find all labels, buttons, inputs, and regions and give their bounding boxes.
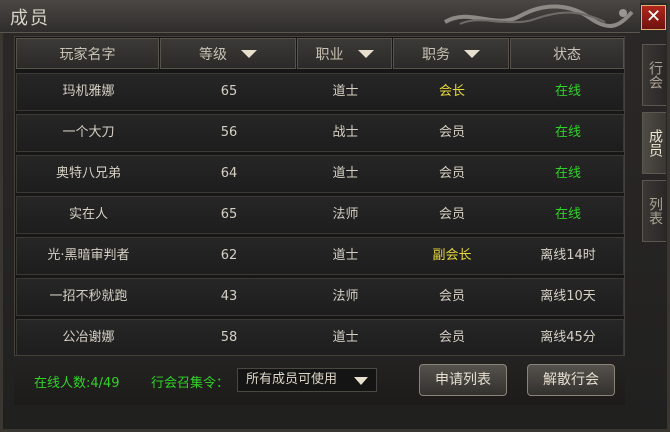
sort-class-icon[interactable] [357, 49, 374, 58]
cell-status: 在线 [554, 166, 581, 181]
col-header-class[interactable]: 职业 [297, 38, 392, 69]
cell-class: 道士 [332, 248, 359, 263]
cell-level: 65 [220, 84, 238, 99]
cell-status: 离线45分 [540, 330, 596, 345]
cell-role: 会员 [438, 125, 465, 140]
cell-status: 在线 [554, 125, 581, 140]
cell-class: 道士 [332, 166, 359, 181]
cell-status: 离线14时 [540, 248, 596, 263]
cell-class: 战士 [332, 125, 359, 140]
table-row[interactable]: 一招不秒就跑 43 法师 会员 离线10天 [16, 278, 624, 316]
col-header-status-label: 状态 [553, 46, 581, 63]
cell-level: 62 [220, 248, 238, 263]
table-row[interactable]: 一个大刀 56 战士 会员 在线 [16, 114, 624, 152]
tab-members[interactable]: 成员 [642, 112, 666, 174]
cell-role: 会员 [438, 207, 465, 222]
cell-name: 实在人 [68, 207, 108, 222]
table-row[interactable]: 实在人 65 法师 会员 在线 [16, 196, 624, 234]
disband-guild-button[interactable]: 解散行会 [527, 364, 615, 396]
cell-level: 58 [220, 330, 238, 345]
col-header-level[interactable]: 等级 [160, 38, 296, 69]
cell-name: 光·黑暗审判者 [47, 248, 130, 263]
chevron-down-icon[interactable] [354, 377, 368, 385]
tab-guild[interactable]: 行会 [642, 44, 666, 106]
col-header-name-label: 玩家名字 [59, 46, 116, 63]
cell-name: 奥特八兄弟 [55, 166, 121, 181]
table-row[interactable]: 公冶谢娜 58 道士 会员 离线45分 [16, 319, 624, 355]
summon-permission-select[interactable]: 所有成员可使用 [237, 368, 377, 392]
tab-guild-label: 行会 [647, 61, 663, 89]
cell-role: 会员 [438, 166, 465, 181]
title-bar[interactable]: 成员 [0, 0, 640, 33]
col-header-class-label: 职业 [315, 46, 344, 63]
cell-class: 道士 [332, 330, 359, 345]
tab-members-label: 成员 [647, 129, 663, 157]
col-header-name: 玩家名字 [16, 38, 159, 69]
cell-role: 会长 [438, 84, 465, 99]
cell-level: 65 [220, 207, 238, 222]
table-row[interactable]: 玛机雅娜 65 道士 会长 在线 [16, 73, 624, 111]
col-header-role[interactable]: 职务 [393, 38, 509, 69]
tab-list[interactable]: 列表 [642, 180, 666, 242]
cell-role: 副会长 [432, 248, 472, 263]
col-header-role-label: 职务 [422, 46, 450, 63]
dragon-ornament-icon [443, 4, 634, 28]
cell-status: 在线 [554, 207, 581, 222]
window-title: 成员 [10, 8, 50, 29]
footer-bar: 在线人数:4/49 行会召集令： 所有成员可使用 申请列表 解散行会 [14, 357, 625, 405]
cell-name: 一招不秒就跑 [49, 289, 128, 304]
table-row[interactable]: 奥特八兄弟 64 道士 会员 在线 [16, 155, 624, 193]
tab-list-label: 列表 [647, 197, 663, 225]
cell-name: 玛机雅娜 [62, 84, 115, 99]
table-row[interactable]: 光·黑暗审判者 62 道士 副会长 离线14时 [16, 237, 624, 275]
online-count: 在线人数:4/49 [34, 376, 120, 391]
guild-window: 成员 ✕ 行会 成员 列表 玩家名字 等级 职业 职务 状态 玛机雅娜 65 道… [0, 0, 670, 432]
col-header-level-label: 等级 [199, 46, 227, 63]
cell-class: 道士 [332, 84, 359, 99]
member-table: 玩家名字 等级 职业 职务 状态 玛机雅娜 65 道士 会长 在线 一个大刀 56 战士 会员在… [14, 36, 625, 356]
cell-level: 43 [220, 289, 238, 304]
cell-class: 法师 [332, 207, 359, 222]
cell-name: 一个大刀 [62, 125, 115, 140]
sort-level-icon[interactable] [241, 49, 257, 58]
col-header-status: 状态 [510, 38, 624, 69]
cell-role: 会员 [438, 330, 465, 345]
cell-class: 法师 [332, 289, 359, 304]
summon-permission-value: 所有成员可使用 [246, 372, 338, 387]
cell-level: 64 [220, 166, 238, 181]
cell-status: 离线10天 [540, 289, 596, 304]
cell-name: 公冶谢娜 [62, 330, 115, 345]
close-button[interactable]: ✕ [641, 5, 666, 30]
table-header: 玩家名字 等级 职业 职务 状态 [15, 37, 624, 71]
sort-role-icon[interactable] [464, 49, 480, 58]
cell-status: 在线 [554, 84, 581, 99]
cell-role: 会员 [438, 289, 465, 304]
summon-label: 行会召集令： [151, 376, 230, 391]
apply-list-button[interactable]: 申请列表 [419, 364, 507, 396]
cell-level: 56 [220, 125, 238, 140]
